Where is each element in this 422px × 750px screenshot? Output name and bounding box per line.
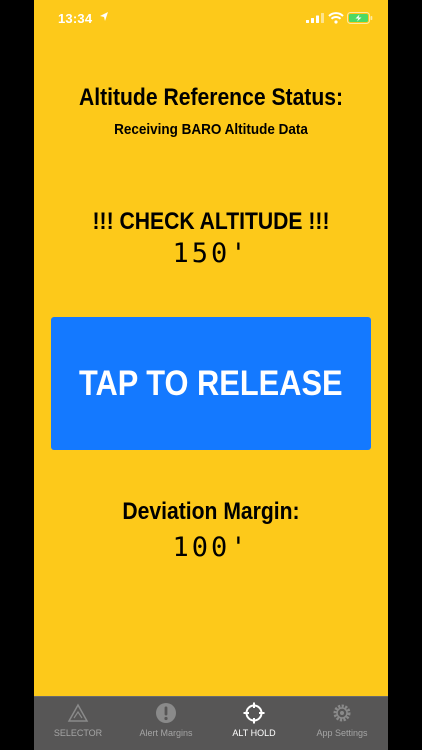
tab-label: ALT HOLD <box>232 728 276 738</box>
app-screen: 13:34 Altitude Reference Status: Receivi… <box>34 0 388 750</box>
tab-label: SELECTOR <box>53 728 103 738</box>
check-altitude-warning: !!! CHECK ALTITUDE !!! <box>92 208 330 235</box>
tap-to-release-button[interactable]: TAP TO RELEASE <box>51 317 371 450</box>
tab-selector[interactable]: SELECTOR <box>34 697 122 750</box>
tab-alt-hold[interactable]: ALT HOLD <box>210 697 298 750</box>
tab-bar: SELECTOR Alert Margins ALT HOLD App Sett… <box>34 696 388 750</box>
altitude-value: 150' <box>172 238 250 269</box>
location-arrow-icon <box>100 12 108 21</box>
cellular-signal-icon <box>306 13 324 23</box>
crosshair-icon <box>243 702 265 724</box>
tab-app-settings[interactable]: App Settings <box>298 697 386 750</box>
tab-label: App Settings <box>316 728 368 738</box>
deviation-margin-label: Deviation Margin: <box>122 498 300 525</box>
reference-status-title: Altitude Reference Status: <box>78 84 344 111</box>
status-bar: 13:34 <box>34 0 388 36</box>
reference-status-subtitle: Receiving BARO Altitude Data <box>114 121 308 138</box>
tab-label: Alert Margins <box>139 728 193 738</box>
alert-triangle-icon <box>67 703 89 722</box>
gear-icon <box>333 704 351 722</box>
wifi-icon <box>328 12 344 24</box>
deviation-margin-value: 100' <box>172 532 250 563</box>
battery-charging-icon <box>347 12 373 24</box>
exclamation-circle-icon <box>156 703 176 723</box>
status-time: 13:34 <box>58 11 93 26</box>
tab-alert-margins[interactable]: Alert Margins <box>122 697 210 750</box>
release-button-label: TAP TO RELEASE <box>79 363 343 403</box>
